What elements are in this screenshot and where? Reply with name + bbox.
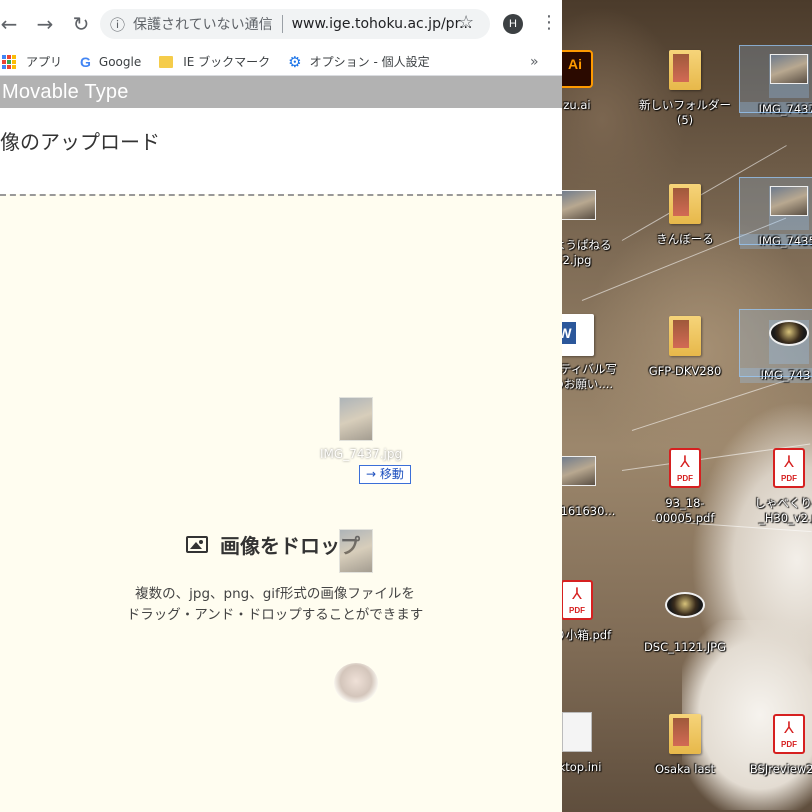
desktop-icon[interactable]: sktop.ini (562, 710, 626, 775)
desktop-icon[interactable]: DSC_1121.JPG (636, 582, 734, 655)
desktop-icon-label: 93_18-00005.pdf (655, 496, 715, 525)
bookmarks-bar: アプリ G Google IE ブックマーク ⚙ オプション - 個人設定 » (0, 48, 562, 76)
drag-ghost-image (339, 397, 373, 441)
bookmark-label: IE ブックマーク (183, 55, 271, 69)
pdf-file-icon (773, 714, 805, 754)
desktop-icon[interactable]: んようぱねる 2.jpg (562, 182, 626, 268)
folder-icon (669, 714, 701, 754)
desktop-icon-label: ェスティバル写 可のお願い.... (562, 362, 617, 391)
image-icon (186, 536, 208, 553)
desktop-icon[interactable]: BSJreview201 (740, 712, 812, 777)
folder-icon (669, 316, 701, 356)
more-bookmarks-icon[interactable]: » (530, 54, 539, 70)
drag-ghost-image (339, 529, 373, 573)
pdf-file-icon (669, 448, 701, 488)
desktop-icon-selected[interactable]: IMG_7435. (739, 177, 812, 249)
folder-icon (159, 55, 174, 68)
bookmark-label: Google (98, 54, 142, 69)
desktop-icon-label: んようぱねる 2.jpg (562, 238, 612, 267)
image-file-icon (562, 456, 596, 486)
image-file-icon (665, 592, 705, 618)
bookmark-label: アプリ (26, 55, 63, 69)
desktop-icon-label: sktop.ini (562, 760, 602, 774)
desktop-icon[interactable]: 93_18-00005.pdf (636, 446, 734, 526)
desktop-icon-label: DSC_1121.JPG (643, 640, 727, 654)
back-arrow-icon[interactable]: ← (0, 9, 24, 39)
desktop-icon-selected[interactable]: IMG_7437. (739, 45, 812, 117)
drag-move-tooltip: → 移動 (359, 465, 411, 484)
desktop-icon[interactable]: しゃべくり小 _H30_v2.p (740, 446, 812, 526)
illustrator-icon: Ai (562, 50, 593, 88)
bookmark-ie-folder[interactable]: IE ブックマーク (159, 53, 270, 70)
image-drop-zone[interactable] (0, 194, 562, 812)
mt-content: 像のアップロード (0, 108, 562, 194)
address-divider (281, 15, 283, 33)
drag-ghost-label: IMG_7437.jpg (320, 447, 403, 461)
forward-arrow-icon[interactable]: → (30, 9, 60, 39)
desktop-icon-label: 307161630... (562, 504, 616, 518)
desktop-icon-selected[interactable]: IMG_743 I (739, 309, 812, 383)
drop-description-line-1: 複数の、jpg、png、gif形式の画像ファイルを (135, 586, 415, 602)
desktop-icon-label: zu.ai (563, 98, 591, 112)
image-file-icon (769, 320, 809, 346)
toolbar: ← → ↻ ⓘ 保護されていない通信 www.ige.tohoku.ac.jp/… (0, 0, 562, 48)
desktop-icon-label: くり小箱.pdf (562, 628, 612, 642)
pdf-file-icon (773, 448, 805, 488)
bookmark-apps[interactable]: アプリ (2, 53, 62, 70)
image-file-icon (770, 186, 808, 216)
desktop-icon[interactable]: きんぼーる (636, 182, 734, 247)
bookmark-label: オプション - 個人設定 (309, 55, 430, 69)
folder-icon (669, 50, 701, 90)
desktop-icon-label: BSJreview201 (749, 762, 812, 776)
desktop-icon-label: IMG_743 I (740, 368, 812, 383)
info-icon[interactable]: ⓘ (110, 14, 125, 35)
bookmark-google[interactable]: G Google (80, 54, 141, 70)
drop-description-line-2: ドラッグ・アンド・ドロップすることができます (126, 607, 424, 623)
desktop-icon[interactable]: 新しいフォルダー (5) (636, 48, 734, 128)
image-file-icon (562, 190, 596, 220)
gear-icon: ⚙ (288, 52, 302, 71)
settings-file-icon (562, 712, 592, 752)
desktop-icon-label: IMG_7437. (740, 102, 812, 117)
desktop-icon[interactable]: Osaka last (636, 712, 734, 777)
profile-avatar[interactable]: H (503, 14, 523, 34)
desktop-icon-label: GFP-DKV280 (648, 364, 722, 378)
desktop: Ai zu.ai んようぱねる 2.jpg ェスティバル写 可のお願い.... … (562, 0, 812, 812)
url-text: www.ige.tohoku.ac.jp/pr... (291, 16, 473, 32)
drop-heading: 画像をドロップ (186, 530, 360, 559)
google-logo-icon: G (80, 53, 91, 70)
desktop-icon[interactable]: くり小箱.pdf (562, 578, 626, 643)
reload-icon[interactable]: ↻ (66, 9, 96, 39)
address-bar[interactable]: ⓘ 保護されていない通信 www.ige.tohoku.ac.jp/pr... (100, 9, 490, 39)
security-status: 保護されていない通信 (133, 17, 273, 33)
pdf-file-icon (562, 580, 593, 620)
menu-kebab-icon[interactable]: ⋮ (540, 12, 558, 33)
bookmark-options[interactable]: ⚙ オプション - 個人設定 (288, 53, 429, 71)
desktop-icon-label: 新しいフォルダー (5) (639, 98, 731, 127)
page-title: 像のアップロード (0, 130, 160, 154)
desktop-icon[interactable]: ェスティバル写 可のお願い.... (562, 312, 626, 392)
folder-icon (669, 184, 701, 224)
desktop-icon[interactable]: GFP-DKV280 (636, 314, 734, 379)
image-file-icon (770, 54, 808, 84)
desktop-icon-label: Osaka last (655, 762, 715, 776)
desktop-icon[interactable]: Ai zu.ai (562, 46, 626, 113)
mt-header: Movable Type (0, 76, 562, 108)
apps-grid-icon (2, 54, 16, 69)
desktop-icon-label: IMG_7435. (740, 234, 812, 249)
desktop-icon[interactable]: 307161630... (562, 448, 626, 519)
drag-ghost-image (334, 663, 378, 703)
desktop-icon-label: しゃべくり小 _H30_v2.p (754, 496, 812, 525)
bookmark-star-icon[interactable]: ☆ (458, 12, 474, 33)
desktop-icon-label: きんぼーる (656, 232, 714, 246)
word-file-icon (562, 314, 594, 356)
